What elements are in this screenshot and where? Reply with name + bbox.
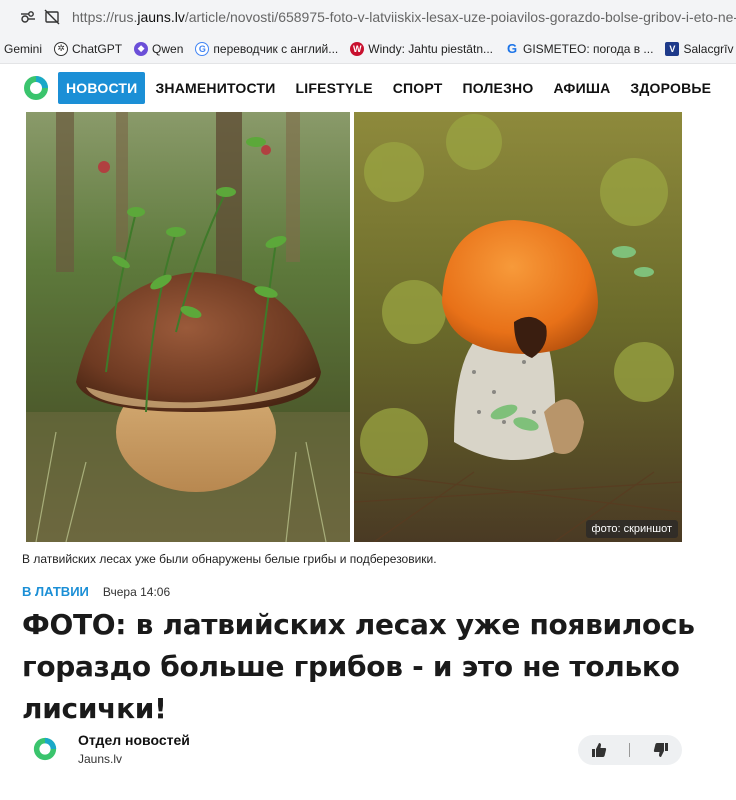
url-prefix: https://rus. — [72, 9, 138, 25]
author-avatar-icon — [33, 737, 57, 761]
url-domain: jauns.lv — [137, 9, 185, 25]
porcini-photo — [26, 112, 350, 542]
image-caption: В латвийских лесах уже были обнаружены б… — [22, 552, 437, 566]
article-headline: ФОТО: в латвийских лесах уже появилось г… — [22, 608, 695, 725]
category-link[interactable]: В ЛАТВИИ — [22, 584, 89, 599]
url-path: /article/novosti/658975-foto-v-latviiski… — [184, 9, 736, 25]
article-hero-image[interactable]: фото: скриншот — [26, 112, 682, 542]
article-meta: В ЛАТВИИ Вчера 14:06 — [22, 584, 170, 599]
nav-item-useful[interactable]: ПОЛЕЗНО — [453, 72, 544, 104]
site-navigation: НОВОСТИ ЗНАМЕНИТОСТИ LIFESTYLE СПОРТ ПОЛ… — [0, 64, 736, 112]
nav-item-sport[interactable]: СПОРТ — [383, 72, 453, 104]
author-site: Jauns.lv — [78, 752, 123, 766]
author-name: Отдел новостей — [78, 732, 190, 748]
bookmark-label: Gemini — [4, 41, 43, 56]
v-icon: V — [665, 41, 680, 56]
bookmark-gemini[interactable]: Gemini — [4, 42, 42, 56]
nav-item-lifestyle[interactable]: LIFESTYLE — [285, 72, 382, 104]
bookmark-salacgriva[interactable]: V Salacgrīv — [665, 41, 734, 56]
bookmark-label: GISMETEO: погода в ... — [523, 41, 654, 56]
bookmark-translator[interactable]: G переводчик с англий... — [195, 41, 339, 56]
nav-item-news[interactable]: НОВОСТИ — [58, 72, 146, 104]
chatgpt-icon: ✲ — [54, 41, 69, 56]
bookmark-label: переводчик с англий... — [213, 41, 339, 56]
vote-widget — [578, 735, 682, 765]
nav-item-celebrities[interactable]: ЗНАМЕНИТОСТИ — [145, 72, 285, 104]
publish-time: Вчера 14:06 — [102, 584, 171, 599]
bookmark-qwen[interactable]: ◆ Qwen — [134, 41, 184, 56]
orange-cap-bolete-photo: фото: скриншот — [354, 112, 682, 542]
jauns-logo[interactable] — [22, 74, 50, 102]
vote-divider — [629, 743, 631, 757]
author-block[interactable]: Отдел новостей Jauns.lv — [32, 732, 190, 766]
bookmark-label: ChatGPT — [72, 41, 123, 56]
bookmark-chatgpt[interactable]: ✲ ChatGPT — [54, 41, 123, 56]
bookmark-label: Windy: Jahtu piestātn... — [368, 41, 493, 56]
browser-address-bar: https://rus.jauns.lv/article/novosti/658… — [0, 0, 736, 34]
author-text: Отдел новостей Jauns.lv — [78, 732, 190, 766]
bookmark-label: Salacgrīv — [683, 41, 734, 56]
bookmarks-bar: Gemini ✲ ChatGPT ◆ Qwen G переводчик с а… — [0, 34, 736, 64]
thumbs-down-icon[interactable] — [650, 739, 672, 761]
qwen-icon: ◆ — [134, 41, 149, 56]
google-icon: G — [195, 41, 210, 56]
bookmark-windy[interactable]: W Windy: Jahtu piestātn... — [350, 41, 493, 56]
address-icons — [20, 9, 60, 25]
site-settings-icon[interactable] — [20, 9, 36, 25]
url-text[interactable]: https://rus.jauns.lv/article/novosti/658… — [72, 9, 736, 25]
photo-credit: фото: скриншот — [585, 520, 678, 538]
thumbs-up-icon[interactable] — [588, 739, 610, 761]
nav-item-afisha[interactable]: АФИША — [543, 72, 620, 104]
windy-icon: W — [350, 41, 365, 56]
nav-item-health[interactable]: ЗДОРОВЬЕ — [620, 72, 721, 104]
bookmark-gismeteo[interactable]: G GISMETEO: погода в ... — [505, 41, 654, 56]
tracking-prevention-icon[interactable] — [44, 9, 60, 25]
bookmark-label: Qwen — [152, 41, 184, 56]
gismeteo-icon: G — [506, 41, 518, 56]
